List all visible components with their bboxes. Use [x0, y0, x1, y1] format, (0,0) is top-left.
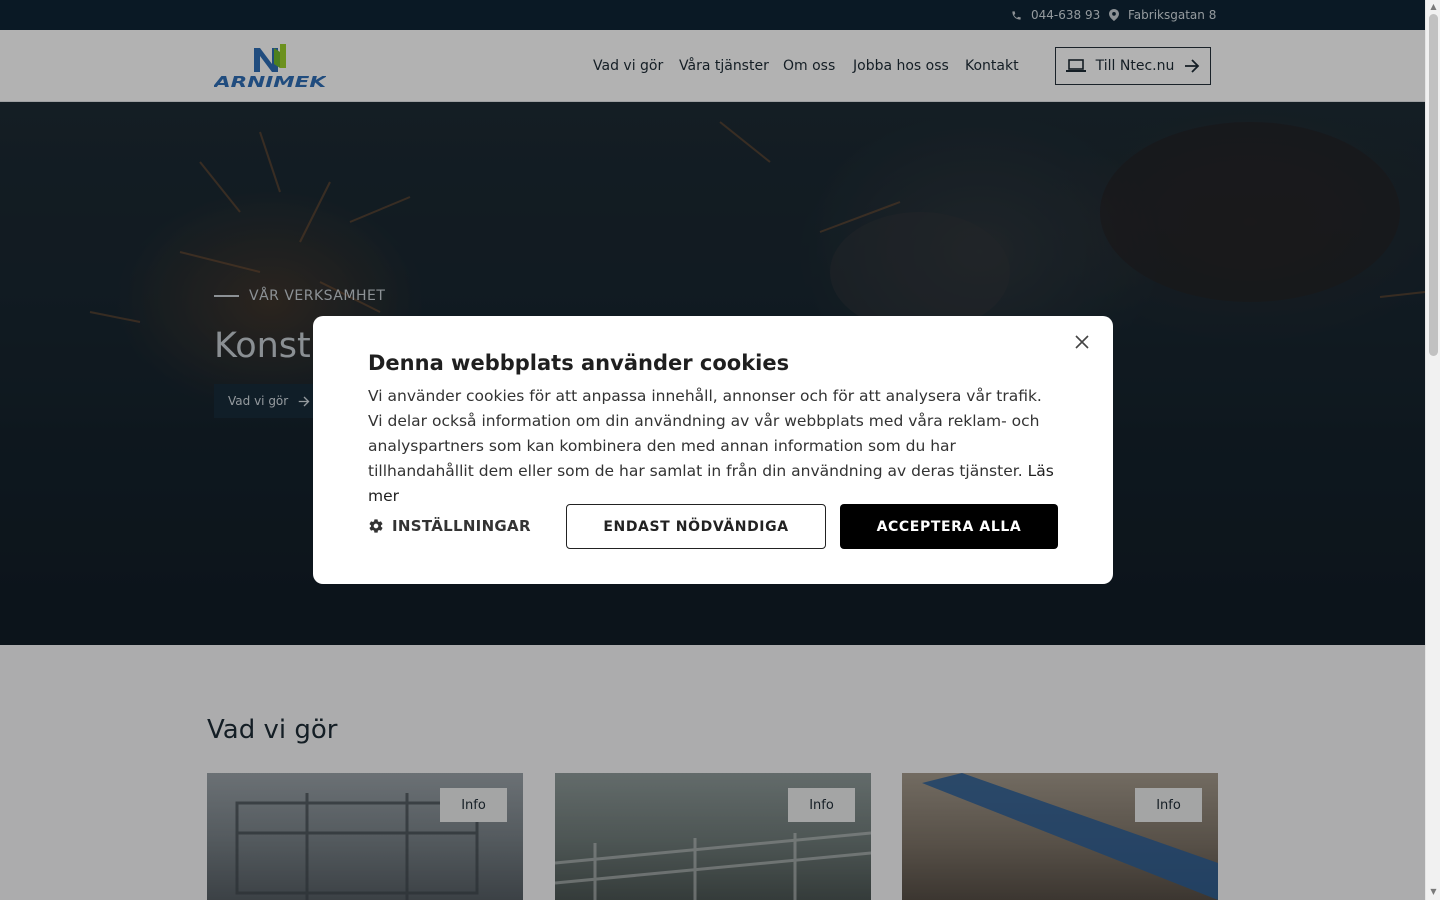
page-scrollbar[interactable]: ▲ ▼: [1425, 0, 1440, 900]
settings-label: INSTÄLLNINGAR: [392, 517, 531, 535]
cookie-body-text: Vi använder cookies för att anpassa inne…: [368, 387, 1042, 480]
scroll-up-icon[interactable]: ▲: [1429, 2, 1438, 11]
cookie-consent-dialog: Denna webbplats använder cookies Vi anvä…: [313, 316, 1113, 584]
cookie-dialog-body: Vi använder cookies för att anpassa inne…: [368, 384, 1058, 509]
gear-icon: [369, 519, 383, 533]
accept-all-button[interactable]: ACCEPTERA ALLA: [840, 504, 1058, 549]
scroll-down-icon[interactable]: ▼: [1429, 887, 1438, 896]
scroll-thumb[interactable]: [1429, 14, 1438, 356]
necessary-only-button[interactable]: ENDAST NÖDVÄNDIGA: [566, 504, 826, 549]
cookie-settings-button[interactable]: INSTÄLLNINGAR: [368, 504, 531, 548]
close-icon[interactable]: [1069, 329, 1095, 355]
cookie-dialog-title: Denna webbplats använder cookies: [368, 351, 790, 375]
